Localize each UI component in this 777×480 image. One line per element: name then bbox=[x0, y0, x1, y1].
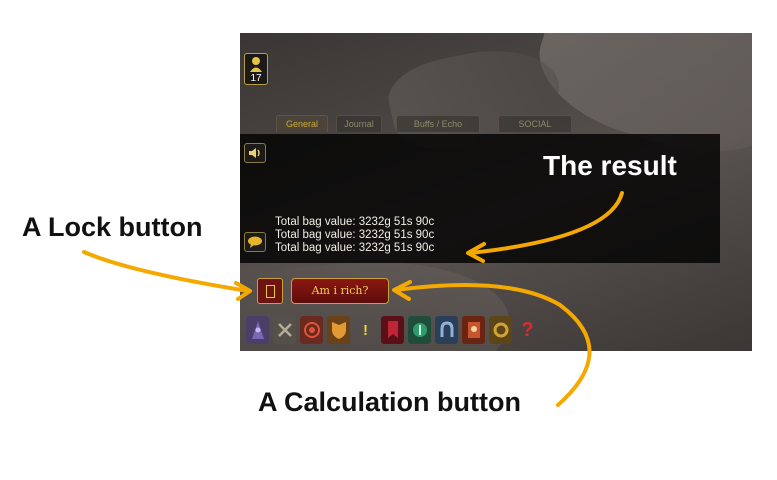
chat-line: Total bag value: 3232g 51s 90c bbox=[275, 216, 435, 228]
exclamation-icon[interactable]: ! bbox=[354, 316, 377, 344]
chat-messages: Total bag value: 3232g 51s 90c Total bag… bbox=[275, 216, 434, 255]
help-icon[interactable]: ? bbox=[516, 316, 539, 344]
lock-icon bbox=[266, 285, 275, 298]
shield-icon[interactable] bbox=[327, 316, 350, 344]
calculation-annotation: A Calculation button bbox=[258, 387, 521, 417]
horseshoe-icon[interactable] bbox=[435, 316, 458, 344]
mage-icon[interactable] bbox=[246, 316, 269, 344]
character-portrait-icon bbox=[250, 57, 262, 72]
chat-voice-button[interactable] bbox=[244, 143, 266, 163]
character-level: 17 bbox=[250, 73, 262, 84]
tab-general[interactable]: General bbox=[276, 115, 328, 132]
result-annotation: The result bbox=[543, 150, 677, 181]
game-screenshot: 17 General Journal Buffs / Echo SOCIAL T… bbox=[240, 33, 752, 351]
lock-button[interactable] bbox=[257, 278, 283, 304]
chat-line: Total bag value: 3232g 51s 90c bbox=[275, 229, 435, 241]
chat-bubble-icon bbox=[248, 236, 262, 248]
tab-social[interactable]: SOCIAL bbox=[498, 115, 572, 132]
tab-buffs[interactable]: Buffs / Echo bbox=[396, 115, 480, 132]
tab-journal[interactable]: Journal bbox=[336, 115, 382, 132]
pvp-icon[interactable] bbox=[408, 316, 431, 344]
speaker-icon bbox=[249, 148, 260, 158]
lock-arrow bbox=[82, 250, 250, 293]
wow-logo-icon[interactable] bbox=[489, 316, 512, 344]
banner-icon[interactable] bbox=[381, 316, 404, 344]
target-icon[interactable] bbox=[300, 316, 323, 344]
lock-annotation: A Lock button bbox=[22, 212, 203, 242]
chat-menu-button[interactable] bbox=[244, 232, 266, 252]
crossed-tools-icon[interactable] bbox=[273, 316, 296, 344]
character-button[interactable]: 17 bbox=[244, 53, 268, 85]
chat-line: Total bag value: 3232g 51s 90c bbox=[275, 242, 435, 254]
journal-icon[interactable] bbox=[462, 316, 485, 344]
calculate-button[interactable]: Am i rich? bbox=[291, 278, 389, 304]
